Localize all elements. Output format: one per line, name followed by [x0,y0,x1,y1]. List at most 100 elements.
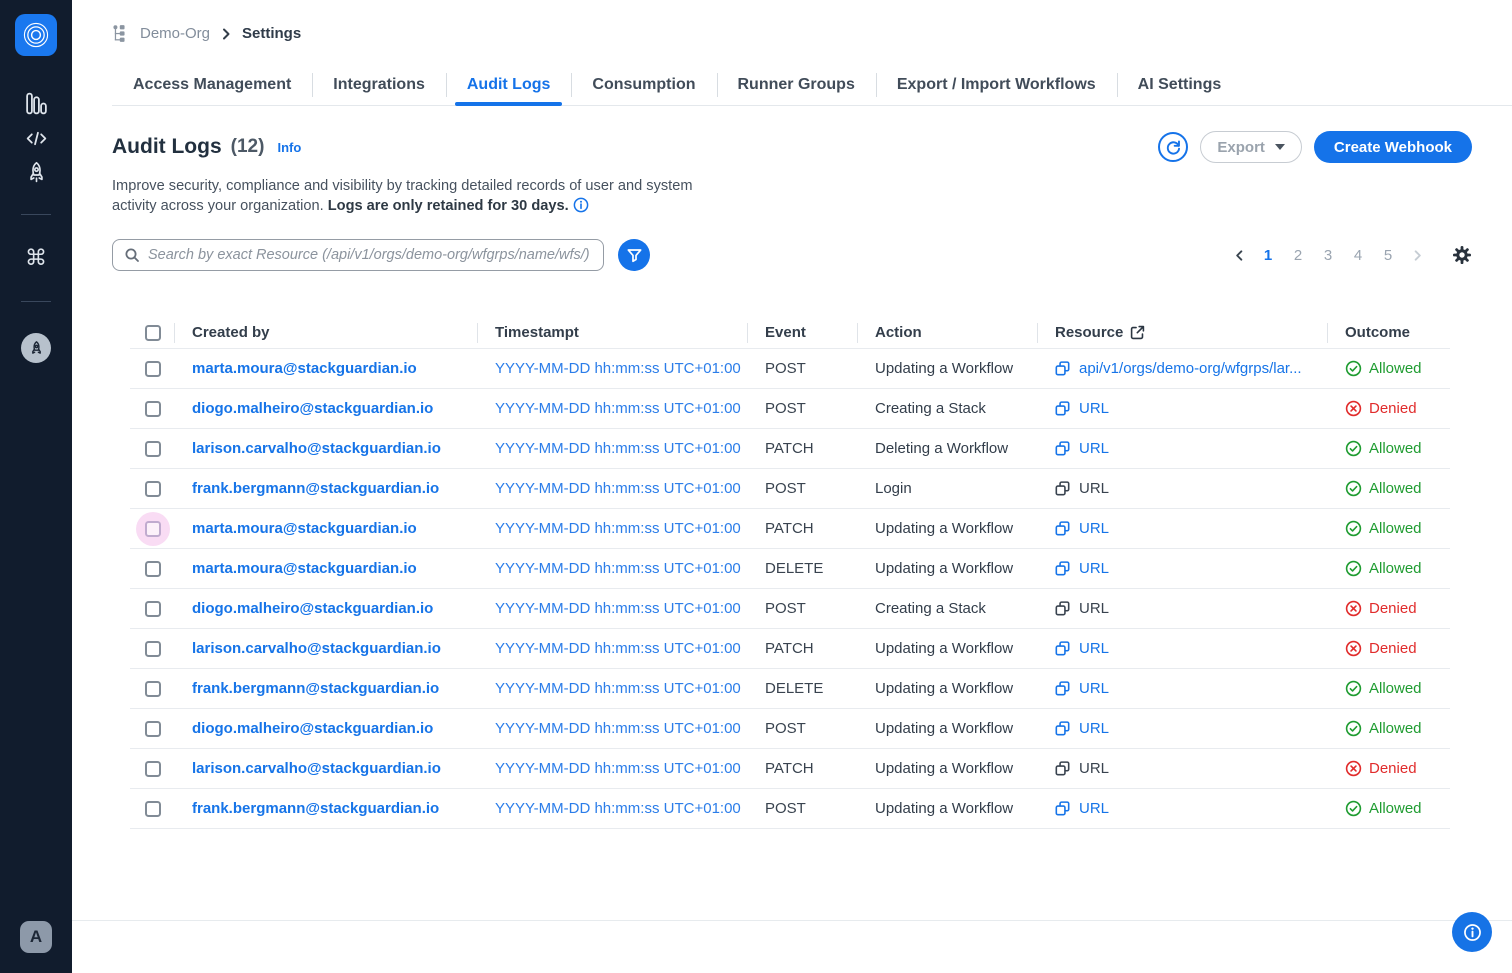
created-by-link[interactable]: marta.moura@stackguardian.io [192,360,417,377]
next-page-button[interactable] [1406,244,1428,266]
table-row: marta.moura@stackguardian.io YYYY-MM-DD … [130,349,1450,389]
resource-link[interactable]: URL [1055,440,1109,457]
resource-label: URL [1079,560,1109,577]
column-header-timestamp[interactable]: Timestampt [477,317,747,348]
table-settings-button[interactable] [1452,245,1472,265]
resource-link[interactable]: URL [1055,800,1109,817]
app-logo[interactable] [15,14,57,56]
tab-runner-groups[interactable]: Runner Groups [717,64,876,105]
row-checkbox[interactable] [145,481,161,497]
event-text: POST [765,600,806,617]
resource-link[interactable]: URL [1055,560,1109,577]
search-icon [124,247,140,263]
sidebar-item-code[interactable] [0,126,72,151]
sidebar: ⌘ A [0,0,72,973]
resource-link[interactable]: URL [1055,760,1109,777]
event-text: POST [765,360,806,377]
row-checkbox[interactable] [145,361,161,377]
row-checkbox[interactable] [145,601,161,617]
created-by-link[interactable]: diogo.malheiro@stackguardian.io [192,720,433,737]
row-checkbox[interactable] [145,561,161,577]
code-icon [24,126,49,151]
sidebar-item-dashboards[interactable] [0,91,72,116]
created-by-link[interactable]: frank.bergmann@stackguardian.io [192,800,439,817]
sidebar-item-launchpad[interactable] [0,160,72,185]
resource-label: URL [1079,520,1109,537]
row-checkbox[interactable] [145,721,161,737]
resource-link[interactable]: URL [1055,680,1109,697]
column-header-event[interactable]: Event [747,317,857,348]
export-button[interactable]: Export [1200,131,1302,163]
row-checkbox[interactable] [145,401,161,417]
outcome-label: Allowed [1369,480,1422,497]
resource-link[interactable]: URL [1055,640,1109,657]
refresh-button[interactable] [1158,132,1188,162]
row-checkbox[interactable] [145,521,161,537]
page-button-4[interactable]: 4 [1346,247,1370,264]
breadcrumb-org[interactable]: Demo-Org [140,25,210,42]
tab-access-management[interactable]: Access Management [112,64,312,105]
table-row: marta.moura@stackguardian.io YYYY-MM-DD … [130,509,1450,549]
outcome-badge: Allowed [1345,440,1422,457]
resource-label: URL [1079,720,1109,737]
row-checkbox[interactable] [145,761,161,777]
tab-audit-logs[interactable]: Audit Logs [446,64,572,105]
header-actions: Export Create Webhook [1158,131,1472,163]
created-by-link[interactable]: larison.carvalho@stackguardian.io [192,440,441,457]
create-webhook-button[interactable]: Create Webhook [1314,131,1472,163]
created-by-link[interactable]: frank.bergmann@stackguardian.io [192,680,439,697]
org-tree-icon [112,24,131,43]
tab-bar: Access ManagementIntegrationsAudit LogsC… [112,64,1512,106]
created-by-link[interactable]: larison.carvalho@stackguardian.io [192,640,441,657]
search-input[interactable] [148,247,592,263]
row-checkbox[interactable] [145,441,161,457]
created-by-link[interactable]: diogo.malheiro@stackguardian.io [192,600,433,617]
page-button-1[interactable]: 1 [1256,247,1280,264]
created-by-link[interactable]: marta.moura@stackguardian.io [192,520,417,537]
select-all-checkbox[interactable] [145,325,161,341]
page-button-2[interactable]: 2 [1286,247,1310,264]
column-header-action[interactable]: Action [857,317,1037,348]
created-by-link[interactable]: larison.carvalho@stackguardian.io [192,760,441,777]
timestamp-text: YYYY-MM-DD hh:mm:ss UTC+01:00 [495,760,741,777]
row-checkbox-halo [136,352,170,386]
user-avatar[interactable]: A [20,921,52,953]
page-button-3[interactable]: 3 [1316,247,1340,264]
row-checkbox[interactable] [145,641,161,657]
resource-link[interactable]: api/v1/orgs/demo-org/wfgrps/lar... [1055,360,1302,377]
sidebar-item-commands[interactable]: ⌘ [0,248,72,270]
info-link[interactable]: Info [277,140,301,155]
timestamp-text: YYYY-MM-DD hh:mm:ss UTC+01:00 [495,480,741,497]
tab-consumption[interactable]: Consumption [571,64,716,105]
column-header-resource[interactable]: Resource [1037,317,1327,348]
prev-page-button[interactable] [1228,244,1250,266]
resource-link[interactable]: URL [1055,400,1109,417]
copy-icon [1055,801,1070,816]
filter-button[interactable] [618,239,650,271]
resource-link[interactable]: URL [1055,600,1109,617]
tab-export-import-workflows[interactable]: Export / Import Workflows [876,64,1117,105]
page-button-5[interactable]: 5 [1376,247,1400,264]
resource-link[interactable]: URL [1055,520,1109,537]
row-checkbox[interactable] [145,681,161,697]
resource-link[interactable]: URL [1055,480,1109,497]
resource-link[interactable]: URL [1055,720,1109,737]
outcome-label: Allowed [1369,360,1422,377]
info-icon[interactable] [573,197,589,213]
column-header-outcome[interactable]: Outcome [1327,317,1450,348]
tab-integrations[interactable]: Integrations [312,64,446,105]
outcome-label: Allowed [1369,440,1422,457]
resource-label: URL [1079,640,1109,657]
row-checkbox[interactable] [145,801,161,817]
timestamp-text: YYYY-MM-DD hh:mm:ss UTC+01:00 [495,720,741,737]
help-info-button[interactable] [1452,912,1492,952]
created-by-link[interactable]: diogo.malheiro@stackguardian.io [192,400,433,417]
workspace-avatar[interactable] [21,333,51,363]
tab-ai-settings[interactable]: AI Settings [1117,64,1243,105]
column-header-created-by[interactable]: Created by [174,317,477,348]
resource-label: URL [1079,440,1109,457]
created-by-link[interactable]: frank.bergmann@stackguardian.io [192,480,439,497]
denied-icon [1345,640,1362,657]
created-by-link[interactable]: marta.moura@stackguardian.io [192,560,417,577]
timestamp-text: YYYY-MM-DD hh:mm:ss UTC+01:00 [495,400,741,417]
